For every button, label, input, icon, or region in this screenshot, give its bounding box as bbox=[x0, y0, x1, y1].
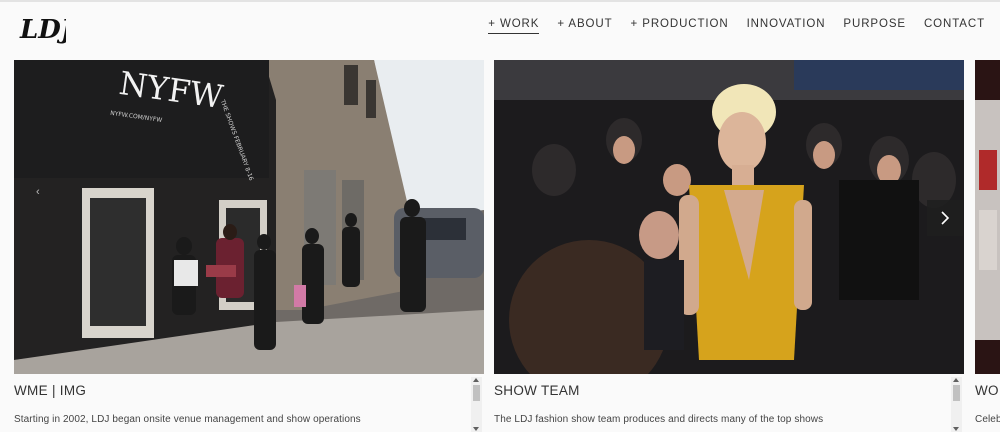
scroll-up-arrow-icon[interactable] bbox=[953, 378, 959, 382]
nav-production[interactable]: + PRODUCTION bbox=[631, 18, 729, 34]
ldj-logo[interactable]: LDJ bbox=[18, 9, 75, 45]
next-slide-button[interactable] bbox=[927, 200, 963, 236]
prev-slide-marker[interactable]: ‹ bbox=[36, 186, 40, 198]
card-title: WME | IMG bbox=[14, 383, 87, 398]
nav-purpose[interactable]: PURPOSE bbox=[843, 18, 906, 34]
card-photo-partial bbox=[975, 60, 1000, 374]
card-description: Celeb bbox=[975, 414, 1000, 425]
scroll-up-arrow-icon[interactable] bbox=[473, 378, 479, 382]
chevron-right-icon bbox=[941, 211, 950, 225]
card-scrollbar[interactable] bbox=[951, 377, 962, 432]
nav-innovation[interactable]: INNOVATION bbox=[747, 18, 826, 34]
card-title: SHOW TEAM bbox=[494, 383, 580, 398]
top-border bbox=[0, 0, 1000, 2]
work-card-wme-img[interactable]: NYFW NYFW.COM/NYFW THE SHOWS FEBRUARY 8-… bbox=[14, 60, 484, 432]
nav-contact[interactable]: CONTACT bbox=[924, 18, 985, 34]
svg-text:LDJ: LDJ bbox=[19, 15, 66, 45]
nav-work[interactable]: + WORK bbox=[488, 18, 540, 34]
card-description: Starting in 2002, LDJ began onsite venue… bbox=[14, 414, 361, 425]
card-photo-nyfw-venue: NYFW NYFW.COM/NYFW THE SHOWS FEBRUARY 8-… bbox=[14, 60, 484, 374]
card-photo-backstage bbox=[494, 60, 964, 374]
work-card-partial[interactable]: WO Celeb bbox=[975, 60, 1000, 432]
scroll-down-arrow-icon[interactable] bbox=[953, 427, 959, 431]
card-scrollbar[interactable] bbox=[471, 377, 482, 432]
card-title: WO bbox=[975, 383, 999, 398]
card-description: The LDJ fashion show team produces and d… bbox=[494, 414, 824, 425]
ldj-monogram-icon: LDJ bbox=[19, 15, 75, 45]
main-nav: + WORK + ABOUT + PRODUCTION INNOVATION P… bbox=[470, 18, 985, 34]
nav-about[interactable]: + ABOUT bbox=[557, 18, 612, 34]
scroll-thumb[interactable] bbox=[953, 385, 960, 401]
scroll-thumb[interactable] bbox=[473, 385, 480, 401]
work-carousel: NYFW NYFW.COM/NYFW THE SHOWS FEBRUARY 8-… bbox=[0, 60, 1000, 432]
scroll-down-arrow-icon[interactable] bbox=[473, 427, 479, 431]
work-card-show-team[interactable]: SHOW TEAM The LDJ fashion show team prod… bbox=[494, 60, 964, 432]
